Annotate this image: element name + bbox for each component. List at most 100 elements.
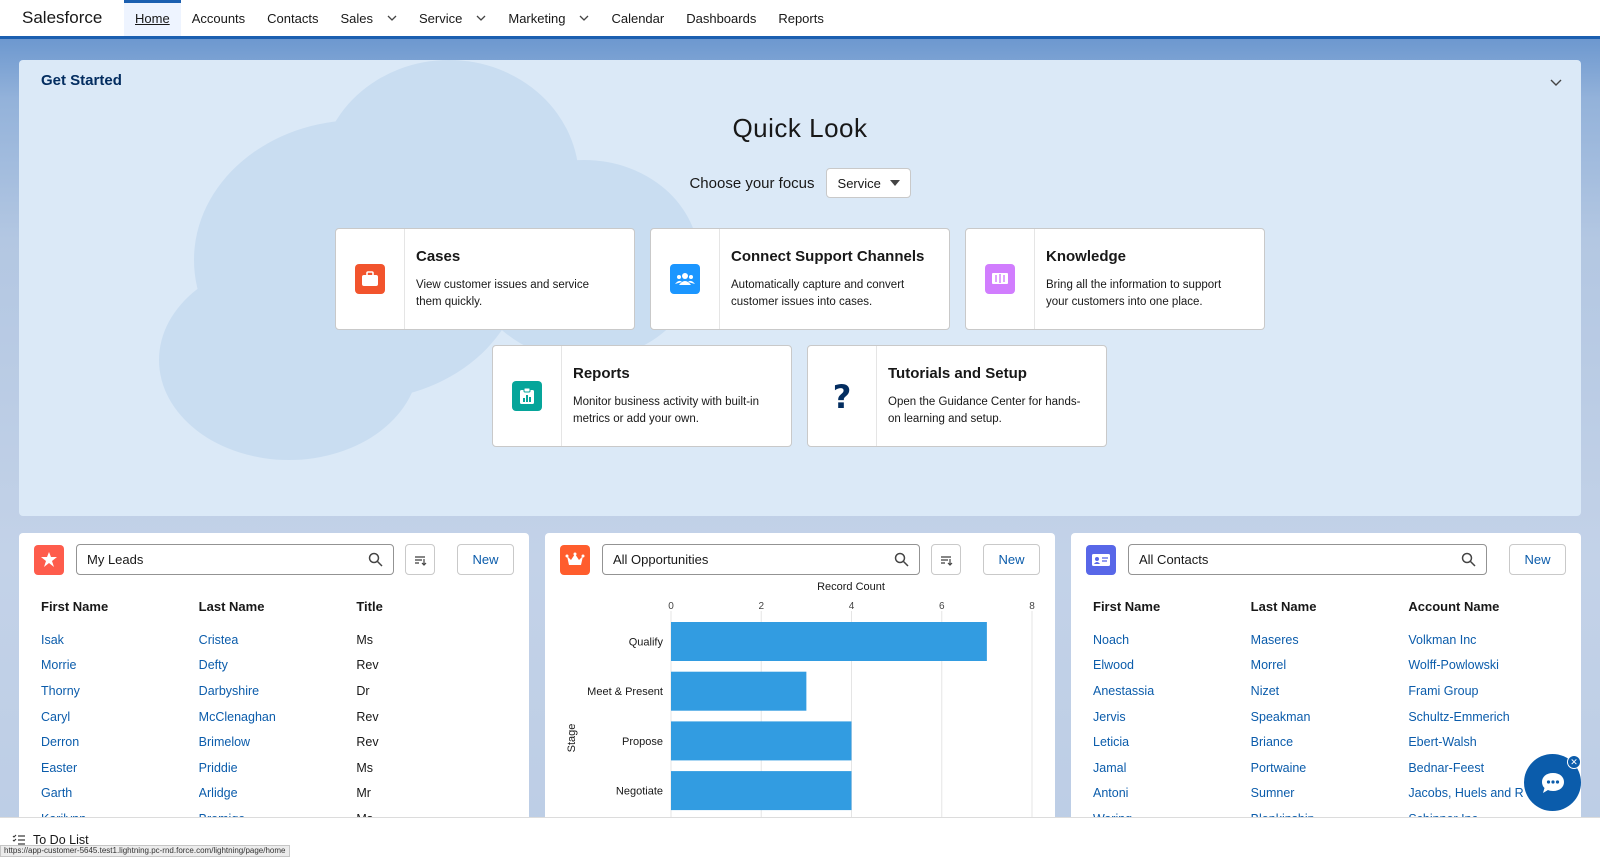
nav-item-accounts[interactable]: Accounts [181, 0, 256, 36]
top-navigation: Salesforce Home Accounts Contacts Sales … [0, 0, 1600, 39]
nav-item-home[interactable]: Home [124, 0, 181, 36]
record-link[interactable]: Isak [41, 633, 199, 647]
record-link[interactable]: Thorny [41, 684, 199, 698]
record-link[interactable]: Wolff-Powlowski [1408, 658, 1566, 672]
list-view-name: My Leads [87, 552, 144, 567]
record-link[interactable]: Maseres [1251, 633, 1409, 647]
table-row: Antoni Sumner Jacobs, Huels and R [1093, 781, 1566, 807]
table-row: Morrie Defty Rev [41, 653, 514, 679]
table-row: Noach Maseres Volkman Inc [1093, 627, 1566, 653]
y-axis-label: Stage [566, 724, 578, 753]
record-link[interactable]: Ebert-Walsh [1408, 735, 1566, 749]
column-header[interactable]: First Name [41, 599, 199, 614]
record-link[interactable]: Anestassia [1093, 684, 1251, 698]
new-lead-button[interactable]: New [457, 544, 514, 575]
close-icon[interactable]: ✕ [1567, 755, 1581, 769]
table-row: Elwood Morrel Wolff-Powlowski [1093, 653, 1566, 679]
record-link[interactable]: Briance [1251, 735, 1409, 749]
contacts-table: First Name Last Name Account Name Noach Mase… [1093, 597, 1566, 832]
record-link[interactable]: Priddie [199, 761, 357, 775]
bar [671, 721, 852, 761]
chevron-down-icon[interactable] [579, 13, 589, 23]
record-link[interactable]: Antoni [1093, 786, 1251, 800]
category-label: Propose [622, 736, 663, 748]
column-header[interactable]: Title [356, 599, 514, 614]
card-connect-support-channels[interactable]: Connect Support Channels Automatically c… [650, 228, 950, 330]
table-row: Anestassia Nizet Frami Group [1093, 678, 1566, 704]
record-link[interactable]: Portwaine [1251, 761, 1409, 775]
table-row: Jervis Speakman Schultz-Emmerich [1093, 704, 1566, 730]
record-link[interactable]: Frami Group [1408, 684, 1566, 698]
card-knowledge[interactable]: Knowledge Bring all the information to s… [965, 228, 1265, 330]
table-row: Easter Priddie Ms [41, 755, 514, 781]
column-header[interactable]: First Name [1093, 599, 1251, 614]
table-cell: Rev [356, 735, 379, 750]
nav-item-contacts[interactable]: Contacts [256, 0, 329, 36]
contacts-panel: All Contacts New First Name Last Name Acco… [1071, 533, 1581, 833]
record-link[interactable]: Leticia [1093, 735, 1251, 749]
table-cell: Ms [356, 632, 374, 647]
record-link[interactable]: Defty [199, 658, 357, 672]
record-link[interactable]: Brimelow [199, 735, 357, 749]
nav-item-marketing[interactable]: Marketing [497, 0, 600, 36]
record-link[interactable]: Schultz-Emmerich [1408, 710, 1566, 724]
sort-button[interactable] [931, 544, 961, 575]
nav-item-sales[interactable]: Sales [329, 0, 408, 36]
nav-item-calendar[interactable]: Calendar [600, 0, 675, 36]
column-header[interactable]: Account Name [1408, 599, 1566, 614]
record-link[interactable]: Arlidge [199, 786, 357, 800]
nav-item-dashboards[interactable]: Dashboards [675, 0, 767, 36]
bar [671, 622, 987, 661]
record-link[interactable]: Darbyshire [199, 684, 357, 698]
chevron-down-icon[interactable] [1549, 75, 1563, 89]
record-link[interactable]: Sumner [1251, 786, 1409, 800]
status-url: https://app-customer-5645.test1.lightnin… [0, 845, 290, 857]
leads-table: First Name Last Name Title Isak Cristea Ms Mor… [41, 597, 514, 832]
column-header[interactable]: Last Name [1251, 599, 1409, 614]
record-link[interactable]: Jervis [1093, 710, 1251, 724]
record-link[interactable]: Derron [41, 735, 199, 749]
contact-card-icon [1086, 544, 1116, 575]
report-icon [512, 381, 542, 411]
list-view-search[interactable]: All Contacts [1128, 544, 1487, 575]
list-view-search[interactable]: My Leads [76, 544, 394, 575]
record-link[interactable]: Jamal [1093, 761, 1251, 775]
search-icon [368, 552, 383, 567]
card-title: Reports [573, 365, 630, 382]
table-row: Caryl McClenaghan Rev [41, 704, 514, 730]
crown-icon [560, 544, 590, 575]
category-label: Negotiate [616, 786, 663, 798]
chevron-down-icon[interactable] [387, 13, 397, 23]
focus-select[interactable]: Service [825, 168, 911, 198]
record-link[interactable]: Easter [41, 761, 199, 775]
new-opportunity-button[interactable]: New [983, 544, 1040, 575]
column-header[interactable]: Last Name [199, 599, 357, 614]
record-link[interactable]: Speakman [1251, 710, 1409, 724]
record-link[interactable]: Caryl [41, 710, 199, 724]
record-link[interactable]: McClenaghan [199, 710, 357, 724]
record-link[interactable]: Morrie [41, 658, 199, 672]
record-link[interactable]: Cristea [199, 633, 357, 647]
record-link[interactable]: Noach [1093, 633, 1251, 647]
new-contact-button[interactable]: New [1509, 544, 1566, 575]
table-row: Thorny Darbyshire Dr [41, 678, 514, 704]
card-description: Monitor business activity with built-in m… [573, 396, 759, 425]
card-tutorials-and-setup[interactable]: ? Tutorials and Setup Open the Guidance … [807, 345, 1107, 447]
x-tick-label: 2 [758, 601, 764, 612]
focus-row: Choose your focus Service [19, 168, 1581, 198]
quick-look-heading: Quick Look [732, 113, 868, 143]
list-view-search[interactable]: All Opportunities [602, 544, 920, 575]
card-cases[interactable]: Cases View customer issues and service th… [335, 228, 635, 330]
record-link[interactable]: Garth [41, 786, 199, 800]
sort-button[interactable] [405, 544, 435, 575]
card-reports[interactable]: Reports Monitor business activity with b… [492, 345, 792, 447]
record-link[interactable]: Nizet [1251, 684, 1409, 698]
record-link[interactable]: Elwood [1093, 658, 1251, 672]
chevron-down-icon[interactable] [476, 13, 486, 23]
record-link[interactable]: Volkman Inc [1408, 633, 1566, 647]
table-cell: Dr [356, 683, 370, 698]
bar [671, 771, 852, 811]
record-link[interactable]: Morrel [1251, 658, 1409, 672]
nav-item-service[interactable]: Service [408, 0, 497, 36]
nav-item-reports[interactable]: Reports [767, 0, 835, 36]
